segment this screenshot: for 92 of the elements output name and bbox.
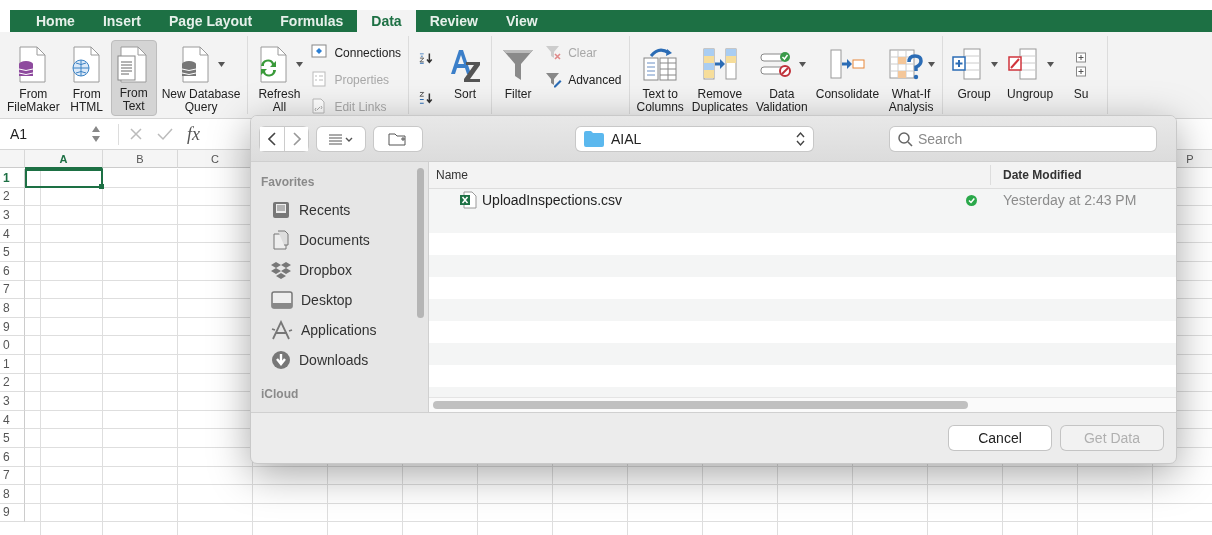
- insert-function-button[interactable]: fx: [187, 123, 200, 145]
- forward-button[interactable]: [284, 126, 308, 151]
- column-header[interactable]: B: [103, 150, 178, 168]
- row-header[interactable]: 9: [0, 503, 25, 523]
- row-header[interactable]: 0: [0, 336, 25, 355]
- row-header[interactable]: 7: [0, 280, 25, 300]
- download-icon: [271, 350, 291, 370]
- row-header[interactable]: 4: [0, 410, 25, 430]
- ribbon-button[interactable]: Remove Duplicates: [688, 40, 751, 116]
- sidebar-item[interactable]: Recents: [261, 195, 411, 225]
- select-all-button[interactable]: [0, 150, 25, 168]
- row-header[interactable]: 1: [0, 354, 25, 374]
- chevron-left-icon: [268, 131, 276, 146]
- sidebar-heading: Favorites: [261, 175, 316, 189]
- applications-icon: [271, 320, 293, 340]
- ribbon-tab[interactable]: Insert: [88, 10, 156, 32]
- scrollbar-thumb[interactable]: [417, 168, 424, 318]
- open-box-icon: [271, 261, 291, 279]
- ribbon-tab[interactable]: View: [491, 10, 552, 32]
- sidebar-item[interactable]: Applications: [261, 315, 411, 345]
- column-header[interactable]: Name: [429, 165, 991, 185]
- chevron-right-icon: [292, 131, 301, 146]
- display-icon: [271, 291, 293, 309]
- row-header[interactable]: 8: [0, 485, 25, 504]
- ribbon-tab[interactable]: Formulas: [266, 10, 358, 32]
- file-name: UploadInspections.csv: [482, 192, 623, 208]
- ribbon-tab[interactable]: Review: [415, 10, 492, 32]
- column-header[interactable]: A: [25, 150, 103, 169]
- row-header[interactable]: 8: [0, 299, 25, 318]
- ribbon-button[interactable]: Advanced: [542, 67, 625, 92]
- row-header[interactable]: 5: [0, 243, 25, 262]
- row-header[interactable]: 6: [0, 261, 25, 281]
- name-box[interactable]: A1: [0, 126, 92, 142]
- search-icon: [898, 131, 913, 147]
- scrollbar-thumb[interactable]: [433, 401, 968, 409]
- checkmark-icon[interactable]: [157, 127, 173, 141]
- properties-icon: [311, 71, 329, 88]
- ribbon-button[interactable]: Sort: [443, 40, 488, 116]
- new-folder-button[interactable]: [374, 126, 422, 151]
- ribbon-button[interactable]: From FileMaker: [4, 40, 63, 116]
- sidebar-heading: iCloud: [261, 387, 300, 401]
- connections-icon: [311, 44, 329, 61]
- spreadsheet-file-icon: [459, 191, 477, 209]
- filter-pencil-icon: [545, 71, 563, 88]
- outline-icon: [1075, 51, 1088, 77]
- date-modified: Yesterday at 2:43 PM: [1002, 192, 1138, 208]
- ribbon-button[interactable]: Data Validation: [752, 40, 811, 116]
- row-header[interactable]: 6: [0, 447, 25, 467]
- ribbon-tab[interactable]: Page Layout: [155, 10, 267, 32]
- list-icon: [271, 201, 291, 219]
- row-header[interactable]: 4: [0, 224, 25, 244]
- row-header[interactable]: 7: [0, 466, 25, 486]
- clear-filter-icon: [545, 44, 563, 61]
- ribbon-button[interactable]: From Text: [110, 40, 157, 116]
- documents-icon: [271, 230, 291, 250]
- row-header[interactable]: 3: [0, 206, 25, 225]
- row-header[interactable]: 9: [0, 317, 25, 337]
- sidebar-item[interactable]: Downloads: [261, 345, 411, 375]
- list-view-icon: [328, 132, 354, 145]
- file-row[interactable]: UploadInspections.csv Yesterday at 2:43 PM: [429, 189, 1176, 211]
- ribbon-button[interactable]: Group: [947, 40, 1002, 116]
- ribbon-button[interactable]: From HTML: [64, 40, 109, 116]
- column-header[interactable]: Date Modified: [991, 168, 1176, 182]
- row-header[interactable]: 3: [0, 392, 25, 411]
- cancel-icon[interactable]: [129, 127, 143, 141]
- sidebar-item[interactable]: Desktop: [261, 285, 411, 315]
- row-header[interactable]: 5: [0, 429, 25, 448]
- dialog-button[interactable]: Cancel: [949, 426, 1051, 450]
- stepper-icon[interactable]: [92, 124, 100, 144]
- new-folder-icon: [388, 131, 408, 146]
- ribbon-button[interactable]: New Database Query: [158, 40, 244, 116]
- ribbon-button[interactable]: Ungroup: [1003, 40, 1058, 116]
- up-down-arrows-icon: [796, 130, 805, 147]
- ribbon-button[interactable]: Text to Columns: [633, 40, 687, 116]
- search-field[interactable]: Search: [890, 126, 1156, 151]
- ribbon-tab[interactable]: Home: [22, 10, 89, 32]
- sidebar-item[interactable]: Dropbox: [261, 255, 411, 285]
- ribbon-button[interactable]: What-If Analysis: [884, 40, 939, 116]
- row-header[interactable]: 1: [0, 169, 25, 188]
- ribbon-button[interactable]: Consolidate: [812, 40, 883, 116]
- active-cell[interactable]: [25, 169, 103, 188]
- row-header[interactable]: 2: [0, 187, 25, 207]
- sidebar-item[interactable]: Documents: [261, 225, 411, 255]
- folder-icon: [584, 130, 604, 147]
- row-header[interactable]: 2: [0, 373, 25, 393]
- column-header[interactable]: C: [178, 150, 253, 168]
- view-options-button[interactable]: [317, 126, 365, 151]
- location-popup[interactable]: AIAL: [576, 126, 813, 151]
- ribbon-button[interactable]: Su: [1059, 40, 1104, 116]
- ribbon-tab[interactable]: Data: [357, 10, 416, 32]
- ribbon-button[interactable]: Connections: [308, 40, 405, 65]
- ribbon-button[interactable]: Refresh All: [252, 40, 307, 116]
